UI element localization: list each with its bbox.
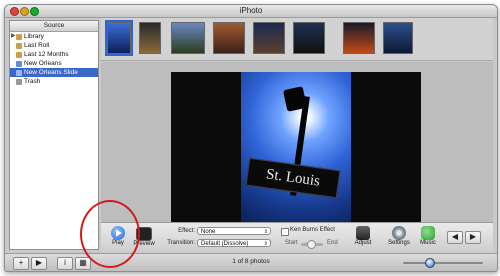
zoom-slider[interactable] — [403, 262, 483, 264]
music-button[interactable]: Music — [417, 226, 439, 246]
music-label: Music — [420, 240, 436, 246]
sidebar-item-last-12-months[interactable]: Last 12 Months — [10, 50, 98, 59]
settings-label: Settings — [388, 240, 410, 246]
slide-thumbnail[interactable] — [383, 22, 413, 54]
sidebar-item-new-orleans[interactable]: New Orleans — [10, 59, 98, 68]
iphoto-window: iPhoto Source ▶ Library Last Roll Last 1… — [4, 4, 498, 272]
transition-popup[interactable]: Default (Dissolve) ⇕ — [197, 239, 271, 247]
slide-thumbnail-strip — [101, 18, 493, 61]
play-slideshow-button[interactable]: ▶ — [31, 257, 47, 270]
slide-thumbnail[interactable] — [293, 22, 325, 54]
sidebar-item-new-orleans-slide[interactable]: New Orleans Slide — [10, 68, 98, 77]
sidebar-item-last-roll[interactable]: Last Roll — [10, 41, 98, 50]
gear-icon — [392, 226, 406, 240]
info-button[interactable]: i — [57, 257, 73, 270]
street-sign: St. Louis — [245, 157, 341, 199]
plus-icon: + — [18, 258, 24, 267]
title-bar: iPhoto — [5, 5, 497, 18]
library-icon — [16, 33, 22, 40]
slide-thumbnail[interactable] — [105, 20, 133, 56]
previous-slide-button[interactable]: ◀ — [447, 231, 463, 244]
effect-popup[interactable]: None ⇕ — [197, 227, 271, 235]
slideshow-controls: Play Preview Effect: None ⇕ Transition: … — [101, 222, 493, 253]
transition-label: Transition: — [167, 240, 195, 246]
bottom-toolbar: + ▶ i ▦ 1 of 8 photos — [5, 253, 497, 271]
album-icon — [16, 60, 22, 67]
calendar-icon: ▦ — [79, 258, 87, 267]
effect-value: None — [201, 229, 216, 235]
info-icon: i — [64, 258, 66, 267]
calendar-button[interactable]: ▦ — [75, 257, 91, 270]
add-button[interactable]: + — [13, 257, 29, 270]
popup-arrows-icon: ⇕ — [263, 241, 268, 247]
sidebar-item-label: Library — [24, 33, 44, 40]
sidebar-item-label: New Orleans Slide — [24, 69, 78, 76]
play-icon: ▶ — [35, 258, 43, 267]
effect-label: Effect: — [178, 228, 195, 234]
annotation-circle — [80, 200, 140, 268]
slide-photo: St. Louis — [171, 72, 421, 222]
adjust-button[interactable]: Adjust — [351, 226, 375, 246]
sidebar-item-label: Last 12 Months — [24, 51, 69, 58]
film-roll-icon — [16, 42, 22, 49]
slide-viewer: St. Louis — [101, 62, 493, 222]
trash-icon — [16, 78, 22, 85]
lamp-head — [282, 86, 308, 112]
window-title: iPhoto — [239, 6, 263, 15]
end-label: End — [327, 240, 338, 246]
arrow-left-icon: ◀ — [451, 232, 459, 241]
ken-burns-label: Ken Burns Effect — [290, 227, 335, 233]
arrow-right-icon: ▶ — [469, 232, 477, 241]
photo-count: 1 of 8 photos — [232, 258, 270, 265]
zoom-slider-knob[interactable] — [425, 258, 435, 268]
slide-thumbnail[interactable] — [171, 22, 205, 54]
transition-value: Default (Dissolve) — [201, 241, 249, 247]
disclosure-triangle-icon[interactable]: ▶ — [11, 32, 16, 41]
slide-thumbnail[interactable] — [213, 22, 245, 54]
slide-thumbnail[interactable] — [343, 22, 375, 54]
settings-button[interactable]: Settings — [385, 226, 413, 246]
slide-thumbnail[interactable] — [139, 22, 161, 54]
source-list-header: Source — [10, 21, 98, 32]
music-note-icon — [421, 226, 435, 240]
sidebar-item-label: Last Roll — [24, 42, 50, 49]
sidebar-item-library[interactable]: ▶ Library — [10, 32, 98, 41]
slideshow-icon — [16, 69, 22, 76]
calendar-icon — [16, 51, 22, 58]
start-label: Start — [285, 240, 298, 246]
sidebar-item-trash[interactable]: Trash — [10, 77, 98, 86]
street-lamp-photo: St. Louis — [241, 72, 351, 222]
next-slide-button[interactable]: ▶ — [465, 231, 481, 244]
slide-thumbnail[interactable] — [253, 22, 285, 54]
sidebar-item-label: New Orleans — [24, 60, 62, 67]
adjust-label: Adjust — [354, 240, 372, 246]
sidebar-item-label: Trash — [24, 78, 41, 85]
adjust-icon — [356, 226, 370, 240]
ken-burns-checkbox[interactable] — [281, 228, 289, 236]
ken-burns-slider-knob[interactable] — [307, 240, 316, 249]
popup-arrows-icon: ⇕ — [263, 229, 268, 235]
